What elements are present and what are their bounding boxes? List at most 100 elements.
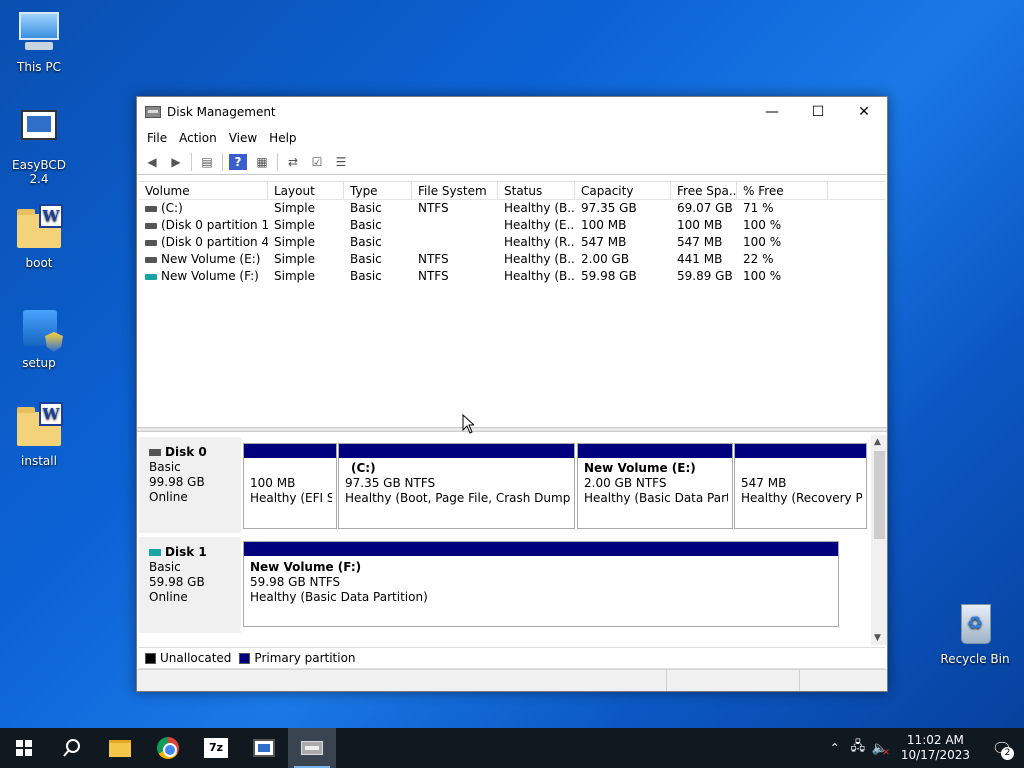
- toolbar-separator: [277, 152, 278, 171]
- cell-type: Basic: [350, 201, 382, 215]
- search-icon: [63, 739, 80, 757]
- notification-center-button[interactable]: 🗨 2: [980, 728, 1024, 768]
- checklist-icon[interactable]: ☑: [308, 154, 326, 170]
- column-type[interactable]: Type: [344, 182, 412, 199]
- column-file-system[interactable]: File System: [412, 182, 498, 199]
- cell-volume: (Disk 0 partition 1): [139, 217, 268, 234]
- help-icon[interactable]: ?: [229, 153, 247, 170]
- table-row[interactable]: (C:) Simple Basic NTFS Healthy (B... 97.…: [139, 200, 885, 217]
- properties-icon[interactable]: ☰: [332, 154, 350, 170]
- taskbar-7zip[interactable]: 7z: [192, 728, 240, 768]
- partition-status: Healthy (EFI Sy: [250, 491, 332, 505]
- legend-primary: Primary partition: [254, 651, 356, 665]
- column-capacity[interactable]: Capacity: [575, 182, 671, 199]
- partition-c[interactable]: (C:) 97.35 GB NTFS Healthy (Boot, Page F…: [338, 443, 575, 529]
- cell-status: Healthy (B...: [504, 201, 575, 215]
- toolbar: ◀ ▶ ▤ ? ▦ ⇄ ☑ ☰: [137, 149, 887, 175]
- disk-management-window: Disk Management — ☐ ✕ File Action View H…: [136, 96, 888, 692]
- cell-percent-free: 100 %: [743, 269, 782, 283]
- table-row[interactable]: New Volume (F:) Simple Basic NTFS Health…: [139, 268, 885, 285]
- partition-status: Healthy (Basic Data Partitio: [584, 491, 728, 505]
- desktop-icon-install[interactable]: W install: [2, 402, 76, 468]
- column-layout[interactable]: Layout: [268, 182, 344, 199]
- pane-splitter[interactable]: [137, 427, 887, 432]
- disk-name: Disk 0: [165, 445, 207, 459]
- table-row[interactable]: (Disk 0 partition 4) Simple Basic Health…: [139, 234, 885, 251]
- scrollbar-thumb[interactable]: [874, 451, 885, 539]
- cell-file-system: [412, 234, 498, 251]
- partition-e[interactable]: New Volume (E:) 2.00 GB NTFS Healthy (Ba…: [577, 443, 733, 529]
- properties-pane-icon[interactable]: ▦: [253, 154, 271, 170]
- volume-name: New Volume (E:): [161, 252, 261, 266]
- scroll-down-icon[interactable]: ▼: [874, 633, 881, 643]
- cell-percent-free: 71 %: [743, 201, 774, 215]
- desktop-icon-this-pc[interactable]: This PC: [2, 8, 76, 74]
- disk-1-label[interactable]: Disk 1 Basic 59.98 GB Online: [139, 537, 241, 633]
- cell-layout: Simple: [274, 252, 315, 266]
- menu-help[interactable]: Help: [263, 131, 302, 145]
- menu-action[interactable]: Action: [173, 131, 223, 145]
- table-row[interactable]: New Volume (E:) Simple Basic NTFS Health…: [139, 251, 885, 268]
- toolbar-separator: [222, 152, 223, 171]
- network-icon[interactable]: 🖧: [847, 737, 869, 759]
- disk-0-label[interactable]: Disk 0 Basic 99.98 GB Online: [139, 437, 241, 533]
- partition-size: 2.00 GB NTFS: [584, 476, 667, 490]
- folder-icon: [109, 739, 131, 757]
- start-button[interactable]: [0, 728, 48, 768]
- partition-f[interactable]: New Volume (F:) 59.98 GB NTFS Healthy (B…: [243, 541, 839, 627]
- easybcd-icon: [253, 739, 275, 757]
- volume-list-header: Volume Layout Type File System Status Ca…: [139, 182, 885, 200]
- setup-icon: [15, 304, 63, 352]
- menu-view[interactable]: View: [223, 131, 263, 145]
- clock[interactable]: 11:02 AM 10/17/2023: [891, 733, 980, 763]
- column-status[interactable]: Status: [498, 182, 575, 199]
- volume-muted-icon[interactable]: 🔈 ✕: [869, 741, 891, 758]
- cell-volume: (Disk 0 partition 4): [139, 234, 268, 251]
- window-title: Disk Management: [167, 105, 276, 119]
- clock-time: 11:02 AM: [906, 733, 964, 747]
- maximize-button[interactable]: ☐: [795, 97, 841, 127]
- desktop-icon-label: Recycle Bin: [940, 652, 1010, 666]
- easybcd-icon: [15, 106, 63, 154]
- cell-free-space: 100 MB: [677, 218, 723, 232]
- console-tree-icon[interactable]: ▤: [198, 154, 216, 170]
- title-bar[interactable]: Disk Management — ☐ ✕: [137, 97, 887, 127]
- taskbar: 7z ⌃ 🖧 🔈✕ 11:02 AM 10/17/2023 🗨 2: [0, 728, 1024, 768]
- desktop-icon-boot[interactable]: W boot: [2, 204, 76, 270]
- volume-icon: [145, 205, 157, 212]
- taskbar-easybcd[interactable]: [240, 728, 288, 768]
- cell-file-system: NTFS: [418, 201, 449, 215]
- search-button[interactable]: [48, 728, 96, 768]
- cell-volume: (C:): [139, 200, 268, 217]
- status-bar: [137, 669, 887, 691]
- volume-name: New Volume (F:): [161, 269, 259, 283]
- scroll-up-icon[interactable]: ▲: [874, 437, 881, 447]
- taskbar-disk-management[interactable]: [288, 728, 336, 768]
- volume-icon: [145, 273, 157, 280]
- volume-icon: [145, 222, 157, 229]
- desktop-icon-recycle-bin[interactable]: Recycle Bin: [938, 600, 1012, 666]
- graphical-view-scrollbar[interactable]: ▲ ▼: [871, 435, 887, 645]
- desktop-icon-easybcd[interactable]: EasyBCD 2.4: [2, 106, 76, 186]
- close-button[interactable]: ✕: [841, 97, 887, 127]
- desktop-icon-setup[interactable]: setup: [2, 304, 76, 370]
- cell-status: Healthy (B...: [504, 252, 575, 266]
- chevron-up-icon[interactable]: ⌃: [823, 741, 847, 755]
- forward-arrow-icon[interactable]: ▶: [167, 154, 185, 170]
- column-volume[interactable]: Volume: [139, 182, 268, 199]
- back-arrow-icon[interactable]: ◀: [143, 154, 161, 170]
- partition-status: Healthy (Boot, Page File, Crash Dump, Ba…: [345, 491, 570, 505]
- connect-icon[interactable]: ⇄: [284, 154, 302, 170]
- taskbar-file-explorer[interactable]: [96, 728, 144, 768]
- column-free-space[interactable]: Free Spa...: [671, 182, 737, 199]
- partition-efi[interactable]: 100 MB Healthy (EFI Sy: [243, 443, 337, 529]
- table-row[interactable]: (Disk 0 partition 1) Simple Basic Health…: [139, 217, 885, 234]
- column-percent-free[interactable]: % Free: [737, 182, 828, 199]
- taskbar-chrome[interactable]: [144, 728, 192, 768]
- partition-recovery[interactable]: 547 MB Healthy (Recovery Par: [734, 443, 867, 529]
- partition-size: 97.35 GB NTFS: [345, 476, 436, 490]
- volume-icon: [145, 239, 157, 246]
- minimize-button[interactable]: —: [749, 97, 795, 127]
- menu-file[interactable]: File: [141, 131, 173, 145]
- disk-state: Online: [149, 590, 188, 604]
